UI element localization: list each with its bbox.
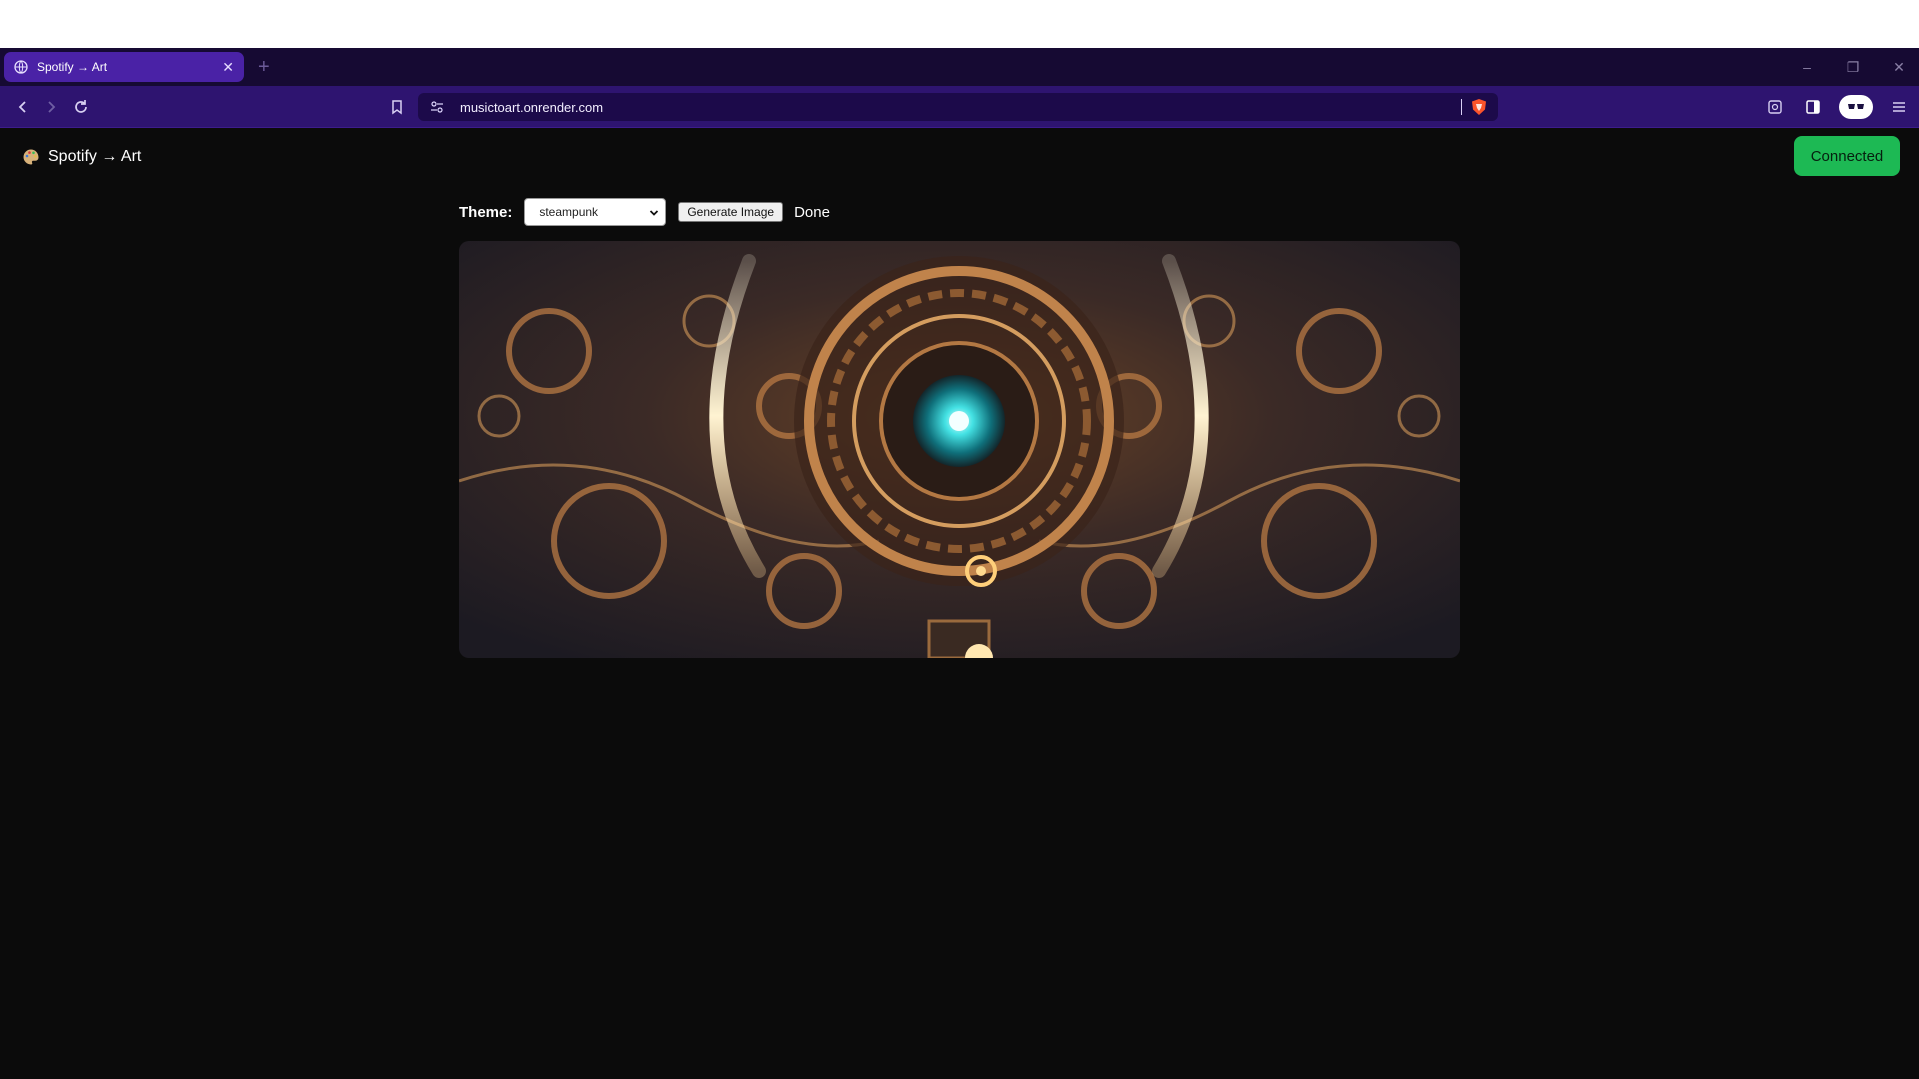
menu-icon[interactable]: [1887, 95, 1911, 119]
brave-shield-icon[interactable]: [1470, 98, 1488, 121]
generation-status: Done: [794, 203, 830, 221]
globe-icon: [14, 60, 28, 74]
generation-controls: Theme: steampunk Generate Image Done: [459, 198, 830, 226]
forward-icon[interactable]: [40, 96, 62, 118]
url-text: musictoart.onrender.com: [460, 99, 604, 115]
new-tab-button[interactable]: +: [258, 57, 270, 77]
window-close-button[interactable]: ✕: [1891, 59, 1907, 76]
app-title: Spotify → Art: [48, 148, 142, 165]
minimize-button[interactable]: –: [1799, 59, 1815, 75]
theme-selected-value: steampunk: [539, 205, 599, 219]
generate-image-button[interactable]: Generate Image: [678, 202, 784, 222]
tab-close-icon[interactable]: ✕: [222, 59, 234, 76]
address-bar[interactable]: musictoart.onrender.com: [418, 93, 1498, 121]
chevron-down-icon: [649, 207, 659, 221]
wallet-extension-icon[interactable]: [1839, 95, 1873, 119]
app-brand: Spotify → Art: [22, 148, 141, 166]
browser-right-tools: [1763, 94, 1911, 120]
web-page: Spotify → Art Connected Theme: steampunk…: [0, 128, 1919, 1079]
window-controls: – ❐ ✕: [1799, 48, 1907, 86]
tab-search-icon[interactable]: [1763, 95, 1787, 119]
connected-button[interactable]: Connected: [1794, 136, 1900, 176]
generated-art-image: [459, 241, 1460, 658]
url-divider: [1461, 99, 1462, 115]
browser-toolbar: musictoart.onrender.com: [0, 86, 1919, 128]
theme-select[interactable]: steampunk: [524, 198, 667, 226]
browser-tab-bar: Spotify → Art ✕ + – ❐ ✕: [0, 48, 1919, 86]
back-icon[interactable]: [12, 96, 34, 118]
bookmark-icon[interactable]: [386, 96, 408, 118]
site-settings-icon[interactable]: [428, 98, 446, 116]
theme-label: Theme:: [459, 203, 513, 221]
tab-title: Spotify → Art: [37, 60, 108, 74]
browser-tab-active[interactable]: Spotify → Art ✕: [4, 52, 244, 82]
restore-button[interactable]: ❐: [1845, 59, 1861, 76]
sidebar-icon[interactable]: [1801, 95, 1825, 119]
palette-icon: [22, 148, 40, 166]
screen-top-margin: [0, 0, 1919, 48]
reload-icon[interactable]: [70, 96, 92, 118]
